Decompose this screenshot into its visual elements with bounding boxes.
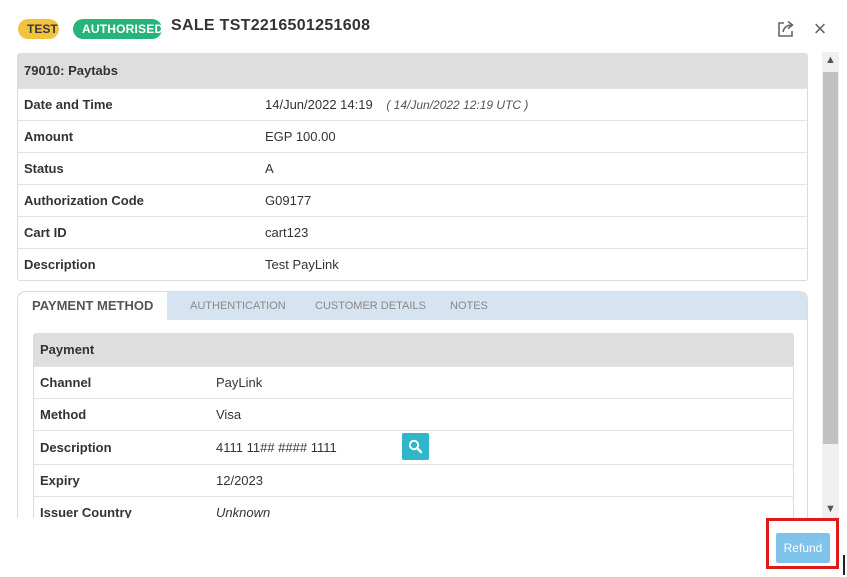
tab-payment-method[interactable]: PAYMENT METHOD xyxy=(18,292,168,320)
tab-customer-details[interactable]: CUSTOMER DETAILS xyxy=(315,292,426,320)
detail-value: 14/Jun/2022 14:19 ( 14/Jun/2022 12:19 UT… xyxy=(265,89,528,121)
local-datetime: 14/Jun/2022 14:19 xyxy=(265,97,373,112)
payment-value: 12/2023 xyxy=(216,473,263,488)
payment-label: Issuer Country xyxy=(40,505,132,518)
payment-label: Expiry xyxy=(40,473,80,488)
detail-row: Date and Time 14/Jun/2022 14:19 ( 14/Jun… xyxy=(18,88,807,120)
page-title: SALE TST2216501251608 xyxy=(171,17,371,34)
payment-value: PayLink xyxy=(216,375,263,390)
detail-row: Description Test PayLink xyxy=(18,248,807,280)
test-badge: TEST xyxy=(18,19,59,39)
merchant-panel: 79010: Paytabs Date and Time 14/Jun/2022… xyxy=(17,53,808,281)
tab-bar: PAYMENT METHOD AUTHENTICATION CUSTOMER D… xyxy=(18,292,807,320)
payment-row: Expiry 12/2023 xyxy=(34,464,793,496)
refund-button[interactable]: Refund xyxy=(776,533,830,563)
payment-value: Unknown xyxy=(216,505,271,518)
merchant-heading: 79010: Paytabs xyxy=(18,54,807,88)
detail-value: G09177 xyxy=(265,193,312,208)
payment-panel: Payment Channel PayLink Method Visa Desc… xyxy=(33,333,794,518)
search-icon xyxy=(408,439,423,454)
payment-value: 4111 11## #### 1111 xyxy=(216,440,337,455)
vertical-scrollbar[interactable]: ▲ ▼ xyxy=(822,52,839,518)
chevron-down-icon[interactable]: ▼ xyxy=(822,501,839,518)
detail-label: Cart ID xyxy=(24,225,67,240)
payment-row: Method Visa xyxy=(34,398,793,430)
transaction-modal: TEST AUTHORISED SALE TST2216501251608 × … xyxy=(0,0,847,577)
scroll-thumb[interactable] xyxy=(823,72,838,444)
detail-label: Status xyxy=(24,161,64,176)
payment-value: Visa xyxy=(216,407,242,422)
detail-row: Cart ID cart123 xyxy=(18,216,807,248)
detail-label: Date and Time xyxy=(24,97,113,112)
details-tabs: PAYMENT METHOD AUTHENTICATION CUSTOMER D… xyxy=(17,291,808,518)
modal-footer: Refund xyxy=(0,518,847,577)
detail-row: Amount EGP 100.00 xyxy=(18,120,807,152)
card-search-button[interactable] xyxy=(402,433,429,460)
close-icon[interactable]: × xyxy=(809,18,831,40)
modal-header: TEST AUTHORISED SALE TST2216501251608 × xyxy=(0,0,847,52)
tab-notes[interactable]: NOTES xyxy=(450,292,488,320)
detail-row: Status A xyxy=(18,152,807,184)
text-cursor-icon xyxy=(843,555,845,575)
payment-label: Channel xyxy=(40,375,92,390)
payment-row: Issuer Country Unknown xyxy=(34,496,793,518)
payment-row: Channel PayLink xyxy=(34,366,793,398)
share-external-icon[interactable] xyxy=(775,18,797,40)
payment-heading: Payment xyxy=(34,334,793,366)
chevron-up-icon[interactable]: ▲ xyxy=(822,52,839,69)
detail-value: A xyxy=(265,161,274,176)
detail-label: Amount xyxy=(24,129,74,144)
status-badge: AUTHORISED xyxy=(73,19,163,39)
detail-value: cart123 xyxy=(265,225,309,240)
detail-value: EGP 100.00 xyxy=(265,129,336,144)
detail-label: Description xyxy=(24,257,96,272)
modal-body: 79010: Paytabs Date and Time 14/Jun/2022… xyxy=(0,52,822,518)
tab-authentication[interactable]: AUTHENTICATION xyxy=(190,292,286,320)
detail-row: Authorization Code G09177 xyxy=(18,184,807,216)
detail-label: Authorization Code xyxy=(24,193,144,208)
payment-label: Method xyxy=(40,407,87,422)
payment-label: Description xyxy=(40,440,112,455)
utc-datetime: ( 14/Jun/2022 12:19 UTC ) xyxy=(386,98,529,112)
payment-row: Description 4111 11## #### 1111 xyxy=(34,430,793,464)
detail-value: Test PayLink xyxy=(265,257,339,272)
